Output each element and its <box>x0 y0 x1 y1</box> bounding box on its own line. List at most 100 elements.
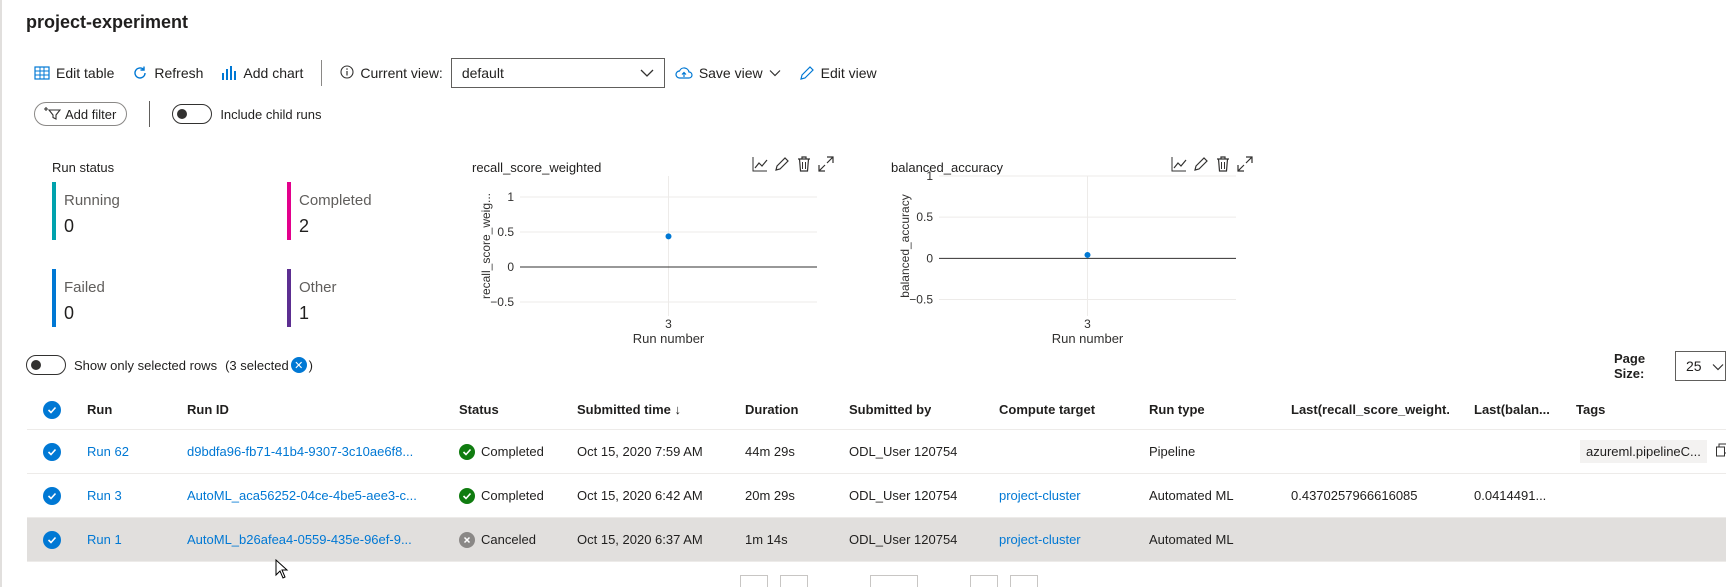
edit-table-label: Edit table <box>56 65 115 81</box>
page-size-dropdown[interactable]: 25 <box>1674 351 1726 381</box>
expand-icon[interactable] <box>818 156 834 175</box>
chevron-down-icon <box>1712 358 1724 374</box>
refresh-button[interactable]: Refresh <box>132 65 203 81</box>
filter-divider <box>149 101 151 127</box>
x-axis-label: Run number <box>1052 331 1124 346</box>
include-child-runs-toggle[interactable] <box>172 104 213 124</box>
column-header-compute-target[interactable]: Compute target <box>999 390 1095 429</box>
y-tick-label: −0.5 <box>909 293 933 307</box>
run-link[interactable]: Run 1 <box>87 518 122 561</box>
current-view-value: default <box>461 65 504 81</box>
add-filter-button[interactable]: Add filter <box>34 102 128 126</box>
y-tick-label: 1 <box>926 169 933 183</box>
left-edge-border <box>0 0 2 587</box>
data-point <box>665 233 672 240</box>
show-selected-toggle[interactable] <box>26 355 66 375</box>
edit-view-button[interactable]: Edit view <box>799 65 877 81</box>
compute-target-link[interactable]: project-cluster <box>999 474 1081 517</box>
submitted-by: ODL_User 120754 <box>849 488 958 503</box>
copy-icon[interactable] <box>1715 443 1726 460</box>
page-number-input[interactable] <box>870 575 918 587</box>
duration: 20m 29s <box>745 488 795 503</box>
status-label: Failed <box>64 279 105 296</box>
run-id-link[interactable]: d9bdfa96-fb71-41b4-9307-3c10ae6f8... <box>187 430 437 473</box>
add-chart-button[interactable]: Add chart <box>221 65 303 81</box>
y-tick-label: 0.5 <box>497 225 514 239</box>
status-count: 1 <box>299 303 310 323</box>
submitted-time: Oct 15, 2020 7:59 AM <box>577 444 703 459</box>
column-header-status[interactable]: Status <box>459 390 499 429</box>
run-status-failed: Failed 0 <box>52 269 252 327</box>
compute-target-link[interactable]: project-cluster <box>999 518 1081 561</box>
pencil-icon[interactable] <box>774 156 790 175</box>
column-header-run-id[interactable]: Run ID <box>187 390 229 429</box>
run-link[interactable]: Run 3 <box>87 474 122 517</box>
expand-icon[interactable] <box>1237 156 1253 175</box>
add-filter-icon <box>43 106 62 123</box>
balanced-accuracy-chart: balanced_accuracy 1 0.5 0 −0.5 3 Run number ba… <box>891 156 1261 360</box>
run-status-running: Running 0 <box>52 182 252 240</box>
toggle-knob <box>177 109 188 119</box>
column-header-balanced[interactable]: Last(balan... <box>1474 390 1562 429</box>
check-circle-icon <box>459 443 475 460</box>
y-tick-label: 0 <box>507 260 514 274</box>
chart-plot-area: 1 0.5 0 −0.5 3Run number recall_score_weig... <box>479 176 817 346</box>
table-row[interactable]: Run 1 AutoML_b26afea4-0559-435e-96ef-9..… <box>27 518 1726 562</box>
trash-icon[interactable] <box>796 156 812 175</box>
table-row[interactable]: Run 3 AutoML_aca56252-04ce-4be5-aee3-c..… <box>27 474 1726 518</box>
run-id-link[interactable]: AutoML_aca56252-04ce-4be5-aee3-c... <box>187 474 437 517</box>
run-status-completed: Completed 2 <box>287 182 487 240</box>
pencil-icon[interactable] <box>1193 156 1209 175</box>
first-page-button[interactable] <box>740 575 768 587</box>
y-tick-label: 1 <box>507 190 514 204</box>
row-checkbox[interactable] <box>43 518 61 561</box>
checkmark-icon <box>43 400 61 419</box>
column-header-submitted-by[interactable]: Submitted by <box>849 390 931 429</box>
row-checkbox[interactable] <box>43 430 61 473</box>
run-status-title: Run status <box>52 160 115 175</box>
run-id-link[interactable]: AutoML_b26afea4-0559-435e-96ef-9... <box>187 518 437 561</box>
refresh-icon <box>132 65 148 81</box>
balanced-value: 0.0414491... <box>1474 488 1547 503</box>
cloud-upload-icon <box>675 66 693 80</box>
column-header-duration[interactable]: Duration <box>745 390 798 429</box>
edit-table-button[interactable]: Edit table <box>34 65 114 81</box>
save-view-button[interactable]: Save view <box>675 65 781 81</box>
line-chart-icon[interactable] <box>1171 156 1187 175</box>
show-selected-label: Show only selected rows <box>74 357 218 373</box>
run-status-text: Completed <box>481 488 544 503</box>
select-all-checkbox[interactable] <box>43 390 61 429</box>
runs-table: Run Run ID Status Submitted time ↓ Durat… <box>27 390 1726 562</box>
status-count: 2 <box>299 216 310 236</box>
current-view-dropdown[interactable]: default <box>450 58 665 88</box>
page-size-label: Page Size: <box>1614 351 1646 381</box>
last-page-button[interactable] <box>1010 575 1038 587</box>
column-header-recall[interactable]: Last(recall_score_weight... <box>1291 390 1449 429</box>
trash-icon[interactable] <box>1215 156 1231 175</box>
clear-selection-icon[interactable]: ✕ <box>290 357 307 373</box>
run-link[interactable]: Run 62 <box>87 430 129 473</box>
recall-score-chart: recall_score_weighted 1 0.5 0 −0.5 3 Run numb… <box>472 156 842 360</box>
column-header-run[interactable]: Run <box>87 390 112 429</box>
column-header-run-type[interactable]: Run type <box>1149 390 1205 429</box>
column-header-tags[interactable]: Tags <box>1576 390 1605 429</box>
column-header-submitted-time[interactable]: Submitted time ↓ <box>577 390 681 429</box>
status-color-bar <box>52 269 56 327</box>
line-chart-icon[interactable] <box>752 156 768 175</box>
row-checkbox[interactable] <box>43 474 61 517</box>
check-circle-icon <box>459 487 475 504</box>
submitted-time: Oct 15, 2020 6:42 AM <box>577 488 703 503</box>
page-size-value: 25 <box>1685 358 1702 374</box>
run-type: Pipeline <box>1149 444 1196 459</box>
checkmark-icon <box>43 530 61 549</box>
status-label: Other <box>299 279 337 296</box>
data-point <box>1084 251 1091 258</box>
table-row[interactable]: Run 62 d9bdfa96-fb71-41b4-9307-3c10ae6f8… <box>27 430 1726 474</box>
y-axis-label: recall_score_weig... <box>479 193 493 299</box>
tags-cell: azureml.pipelineC... <box>1580 430 1726 473</box>
duration: 1m 14s <box>745 532 788 547</box>
selected-count-close: ) <box>308 357 314 373</box>
next-page-button[interactable] <box>970 575 998 587</box>
tag-chip: azureml.pipelineC... <box>1580 440 1707 463</box>
prev-page-button[interactable] <box>780 575 808 587</box>
